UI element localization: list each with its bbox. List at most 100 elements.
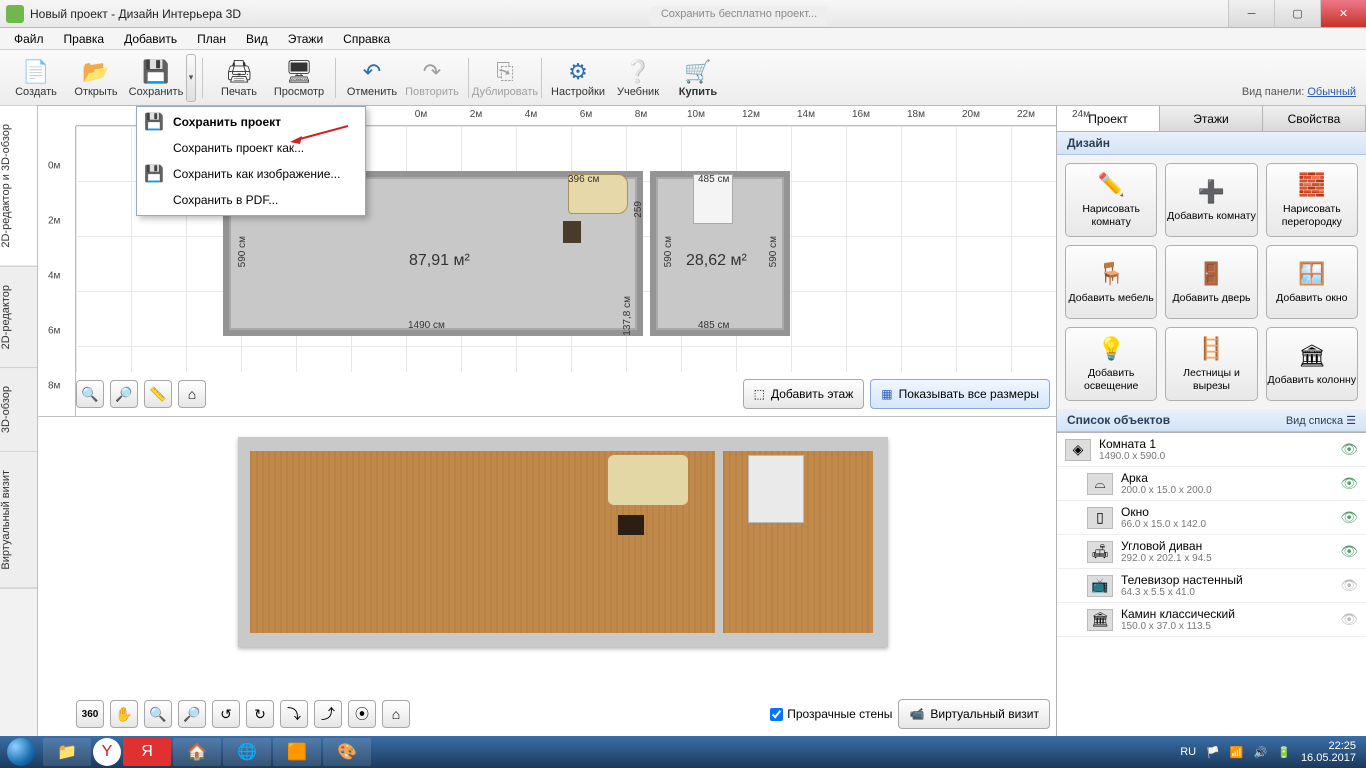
list-item[interactable]: 🏛 Камин классический150.0 x 37.0 x 113.5…: [1057, 603, 1366, 637]
minimize-button[interactable]: ─: [1228, 0, 1274, 27]
start-button[interactable]: [0, 736, 42, 768]
viewport-3d[interactable]: [238, 437, 888, 647]
taskbar-paint[interactable]: 🎨: [323, 738, 371, 766]
tray-network-icon[interactable]: 📶: [1230, 746, 1244, 759]
object-list[interactable]: ◈ Комната 11490.0 x 590.0 👁 ⌓ Арка200.0 …: [1057, 432, 1366, 736]
close-button[interactable]: ✕: [1320, 0, 1366, 27]
vtab-2d[interactable]: 2D-редактор: [0, 267, 37, 368]
zoom-in-3d-button[interactable]: 🔎: [178, 700, 206, 728]
menu-plan[interactable]: План: [187, 30, 236, 48]
tray-sound-icon[interactable]: 🔊: [1254, 746, 1268, 759]
list-view-icon[interactable]: ☰: [1346, 415, 1356, 427]
column-icon: 🏛: [1297, 342, 1327, 370]
draw-room-button[interactable]: ✏️Нарисовать комнату: [1065, 163, 1157, 237]
pane-3d[interactable]: 360 ✋ 🔍 🔎 ↺ ↻ ⤵ ⤴ ⦿ ⌂ Прозрачные стены 📹…: [38, 416, 1056, 736]
panel-mode-link[interactable]: Обычный: [1307, 86, 1356, 98]
eye-icon[interactable]: 👁: [1340, 475, 1358, 492]
arrow-annotation: [290, 124, 350, 144]
menu-add[interactable]: Добавить: [114, 30, 187, 48]
settings-button[interactable]: ⚙Настройки: [548, 52, 608, 104]
list-item[interactable]: ⌓ Арка200.0 x 15.0 x 200.0 👁: [1057, 467, 1366, 501]
zoom-out-button[interactable]: 🔍: [76, 380, 104, 408]
eye-icon[interactable]: 👁: [1340, 577, 1358, 594]
taskbar-app[interactable]: 🏠: [173, 738, 221, 766]
add-floor-button[interactable]: ⬚Добавить этаж: [743, 379, 865, 409]
tab-properties[interactable]: Свойства: [1263, 106, 1366, 131]
save-as-image-item[interactable]: 💾 Сохранить как изображение...: [137, 161, 365, 187]
taskbar-misc[interactable]: 🟧: [273, 738, 321, 766]
create-button[interactable]: 📄Создать: [6, 52, 66, 104]
eye-icon[interactable]: 👁: [1340, 441, 1358, 458]
tray-lang[interactable]: RU: [1180, 746, 1196, 758]
rotate-right-button[interactable]: ↻: [246, 700, 274, 728]
maximize-button[interactable]: ▢: [1274, 0, 1320, 27]
add-room-button[interactable]: ➕Добавить комнату: [1165, 163, 1257, 237]
dim-icon: ▦: [881, 387, 892, 401]
list-item[interactable]: ◈ Комната 11490.0 x 590.0 👁: [1057, 433, 1366, 467]
tab-floors[interactable]: Этажи: [1160, 106, 1263, 131]
menu-edit[interactable]: Правка: [54, 30, 115, 48]
stairs-button[interactable]: 🪜Лестницы и вырезы: [1165, 327, 1257, 401]
add-door-button[interactable]: 🚪Добавить дверь: [1165, 245, 1257, 319]
zoom-out-3d-button[interactable]: 🔍: [144, 700, 172, 728]
vtab-3d[interactable]: 3D-обзор: [0, 368, 37, 452]
sofa-3d: [608, 455, 688, 505]
add-light-button[interactable]: 💡Добавить освещение: [1065, 327, 1157, 401]
home-button[interactable]: ⌂: [178, 380, 206, 408]
tray-battery-icon[interactable]: 🔋: [1277, 746, 1291, 759]
dim-1378: 137,8 см: [622, 296, 633, 336]
menu-floors[interactable]: Этажи: [278, 30, 333, 48]
tilt-up-button[interactable]: ⤴: [314, 700, 342, 728]
undo-button[interactable]: ↶Отменить: [342, 52, 402, 104]
rotate-left-button[interactable]: ↺: [212, 700, 240, 728]
save-button[interactable]: 💾Сохранить: [126, 52, 186, 104]
redo-icon: ↷: [417, 58, 447, 86]
printer-icon: 🖨: [224, 58, 254, 86]
duplicate-button[interactable]: ⎘Дублировать: [475, 52, 535, 104]
save-as-pdf-item[interactable]: Сохранить в PDF...: [137, 187, 365, 213]
ruler-button[interactable]: 📏: [144, 380, 172, 408]
save-split-button[interactable]: ▾: [186, 54, 196, 102]
vtab-2d-3d[interactable]: 2D-редактор и 3D-обзор: [0, 106, 37, 267]
show-dimensions-toggle[interactable]: ▦Показывать все размеры: [870, 379, 1050, 409]
virtual-visit-button[interactable]: 📹Виртуальный визит: [898, 699, 1050, 729]
menu-help[interactable]: Справка: [333, 30, 400, 48]
eye-icon[interactable]: 👁: [1340, 611, 1358, 628]
arch-icon: ⌓: [1087, 473, 1113, 495]
vtab-virtual[interactable]: Виртуальный визит: [0, 452, 37, 589]
taskbar-ya[interactable]: Я: [123, 738, 171, 766]
taskbar-chrome[interactable]: 🌐: [223, 738, 271, 766]
menu-file[interactable]: Файл: [4, 30, 54, 48]
tv-2d[interactable]: [563, 221, 581, 243]
draw-wall-button[interactable]: 🧱Нарисовать перегородку: [1266, 163, 1358, 237]
background-tab[interactable]: Сохранить бесплатно проект...: [651, 6, 827, 26]
eye-icon[interactable]: 👁: [1340, 543, 1358, 560]
list-item[interactable]: 🛋 Угловой диван292.0 x 202.1 x 94.5 👁: [1057, 535, 1366, 569]
add-window-button[interactable]: 🪟Добавить окно: [1266, 245, 1358, 319]
bed-3d: [748, 455, 804, 523]
menu-view[interactable]: Вид: [236, 30, 278, 48]
room-2-area: 28,62 м²: [686, 252, 747, 270]
zoom-in-button[interactable]: 🔎: [110, 380, 138, 408]
preview-button[interactable]: 🖥Просмотр: [269, 52, 329, 104]
home-3d-button[interactable]: ⌂: [382, 700, 410, 728]
list-item[interactable]: 📺 Телевизор настенный64.3 x 5.5 x 41.0 👁: [1057, 569, 1366, 603]
add-furniture-button[interactable]: 🪑Добавить мебель: [1065, 245, 1157, 319]
tray-clock[interactable]: 22:2516.05.2017: [1301, 740, 1356, 764]
eye-icon[interactable]: 👁: [1340, 509, 1358, 526]
taskbar-yandex[interactable]: Y: [93, 738, 121, 766]
pan-button[interactable]: ✋: [110, 700, 138, 728]
taskbar-explorer[interactable]: 📁: [43, 738, 91, 766]
rotate-360-button[interactable]: 360: [76, 700, 104, 728]
tilt-down-button[interactable]: ⤵: [280, 700, 308, 728]
center-button[interactable]: ⦿: [348, 700, 376, 728]
add-column-button[interactable]: 🏛Добавить колонну: [1266, 327, 1358, 401]
tutorial-button[interactable]: ❔Учебник: [608, 52, 668, 104]
list-item[interactable]: ▯ Окно66.0 x 15.0 x 142.0 👁: [1057, 501, 1366, 535]
open-button[interactable]: 📂Открыть: [66, 52, 126, 104]
transparent-walls-checkbox[interactable]: Прозрачные стены: [770, 707, 892, 721]
buy-button[interactable]: 🛒Купить: [668, 52, 728, 104]
tray-flag-icon[interactable]: 🏳️: [1206, 746, 1220, 759]
redo-button[interactable]: ↷Повторить: [402, 52, 462, 104]
print-button[interactable]: 🖨Печать: [209, 52, 269, 104]
